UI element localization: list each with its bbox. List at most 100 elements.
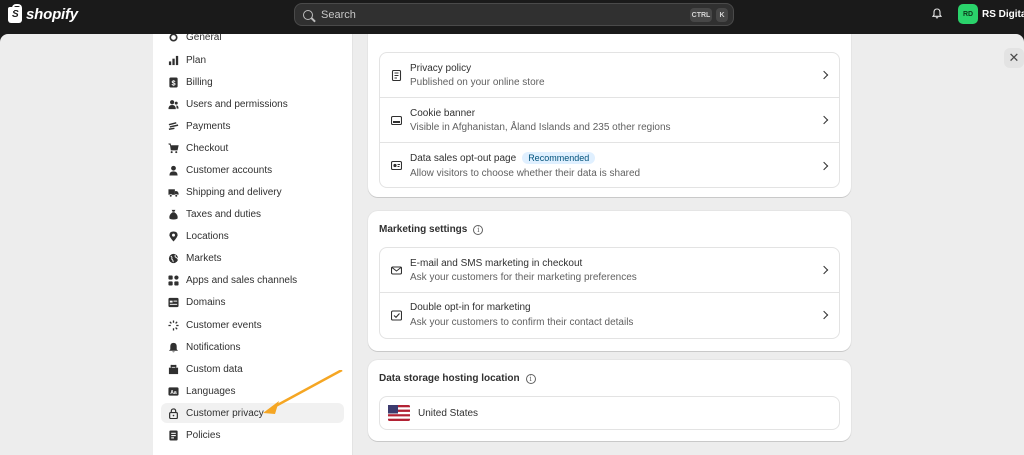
search-icon	[303, 9, 313, 20]
marketing-list: E-mail and SMS marketing in checkout Ask…	[379, 247, 840, 339]
privacy-policy-row[interactable]: Privacy policy Published on your online …	[380, 53, 839, 98]
sidebar-item-domains[interactable]: Domains	[161, 292, 344, 312]
privacy-settings-card: Privacy policy Published on your online …	[368, 34, 851, 197]
chevron-right-icon	[819, 70, 829, 80]
email-icon	[391, 266, 402, 275]
opt-out-icon	[391, 160, 402, 171]
sidebar-item-shipping[interactable]: Shipping and delivery	[161, 182, 344, 202]
user-name: RS Digitals	[982, 8, 1024, 20]
confirm-icon	[391, 310, 402, 321]
dollar-icon: $	[167, 76, 179, 88]
data-storage-heading: Data storage hosting location i	[379, 373, 536, 384]
info-icon[interactable]: i	[525, 373, 536, 384]
sidebar-item-locations[interactable]: Locations	[161, 226, 344, 246]
data-sales-opt-out-row[interactable]: Data sales opt-out page Recommended Allo…	[380, 143, 839, 187]
chevron-right-icon	[819, 115, 829, 125]
user-menu[interactable]: RD RS Digitals	[958, 4, 1024, 24]
marketing-settings-heading: Marketing settings i	[379, 224, 484, 235]
recommended-badge: Recommended	[522, 152, 596, 164]
sidebar-item-billing[interactable]: $ Billing	[161, 72, 344, 92]
sidebar-item-label: Languages	[186, 385, 236, 397]
sidebar-item-apps[interactable]: Apps and sales channels	[161, 270, 344, 290]
sidebar-item-label: Payments	[186, 120, 231, 132]
sidebar-item-notifications[interactable]: Notifications	[161, 337, 344, 357]
sidebar-item-payments[interactable]: Payments	[161, 116, 344, 136]
sidebar-item-markets[interactable]: Markets	[161, 248, 344, 268]
sidebar-item-label: Checkout	[186, 142, 229, 154]
storage-location-box: United States	[379, 396, 840, 430]
users-icon	[167, 98, 179, 110]
cookie-banner-subtitle: Visible in Afghanistan, Åland Islands an…	[410, 122, 671, 133]
storage-country: United States	[418, 408, 479, 419]
sidebar-item-users[interactable]: Users and permissions	[161, 94, 344, 114]
sidebar-item-label: Customer privacy	[186, 407, 264, 419]
brand-name: shopify	[26, 6, 78, 23]
sidebar-item-taxes[interactable]: Taxes and duties	[161, 204, 344, 224]
sidebar-item-policies[interactable]: Policies	[161, 425, 344, 445]
sidebar-item-label: Users and permissions	[186, 98, 288, 110]
sidebar-item-label: Customer accounts	[186, 164, 273, 176]
sidebar-item-languages[interactable]: Aa Languages	[161, 381, 344, 401]
language-icon: Aa	[167, 385, 179, 397]
sidebar-item-general[interactable]: General	[161, 34, 344, 47]
bell-icon	[167, 341, 179, 353]
gear-icon	[167, 34, 179, 43]
settings-sidebar: General Plan $ Billing Users and permiss…	[153, 34, 353, 455]
email-sms-title: E-mail and SMS marketing in checkout	[410, 258, 583, 269]
sparkle-icon	[167, 319, 179, 331]
sidebar-item-label: Taxes and duties	[186, 208, 262, 220]
settings-surface: General Plan $ Billing Users and permiss…	[0, 34, 1024, 455]
double-opt-in-title: Double opt-in for marketing	[410, 302, 531, 313]
privacy-list: Privacy policy Published on your online …	[379, 52, 840, 188]
money-bag-icon	[167, 208, 179, 220]
email-sms-marketing-row[interactable]: E-mail and SMS marketing in checkout Ask…	[380, 248, 839, 293]
sidebar-item-customer-events[interactable]: Customer events	[161, 315, 344, 335]
svg-text:$: $	[171, 78, 175, 87]
cookie-banner-row[interactable]: Cookie banner Visible in Afghanistan, Ål…	[380, 98, 839, 143]
chevron-right-icon	[819, 310, 829, 320]
payments-icon	[167, 120, 179, 132]
globe-icon	[167, 252, 179, 264]
sidebar-item-label: Locations	[186, 230, 229, 242]
search-input[interactable]: Search CTRL K	[294, 3, 734, 26]
double-opt-in-subtitle: Ask your customers to confirm their cont…	[410, 317, 634, 328]
svg-text:Aa: Aa	[170, 389, 177, 395]
chevron-right-icon	[819, 265, 829, 275]
lock-icon	[167, 407, 179, 419]
privacy-policy-subtitle: Published on your online store	[410, 77, 545, 88]
sidebar-item-customer-accounts[interactable]: Customer accounts	[161, 160, 344, 180]
data-sales-subtitle: Allow visitors to choose whether their d…	[410, 168, 641, 179]
domain-icon	[167, 296, 179, 308]
sidebar-item-label: Customer events	[186, 319, 262, 331]
cookie-banner-title: Cookie banner	[410, 108, 476, 119]
document-icon	[391, 70, 402, 81]
chart-icon	[167, 54, 179, 66]
sidebar-item-label: Shipping and delivery	[186, 186, 282, 198]
data-storage-card: Data storage hosting location i United S…	[368, 360, 851, 441]
sidebar-item-customer-privacy[interactable]: Customer privacy	[161, 403, 344, 423]
sidebar-item-label: Apps and sales channels	[186, 274, 298, 286]
sidebar-item-checkout[interactable]: Checkout	[161, 138, 344, 158]
sidebar-item-label: Plan	[186, 54, 207, 66]
notifications-bell-icon[interactable]	[932, 8, 942, 19]
sidebar-item-label: Markets	[186, 252, 222, 264]
sidebar-item-label: Notifications	[186, 341, 241, 353]
data-storage-title: Data storage hosting location	[379, 373, 520, 384]
email-sms-subtitle: Ask your customers for their marketing p…	[410, 272, 637, 283]
info-icon[interactable]: i	[473, 224, 484, 235]
sidebar-item-plan[interactable]: Plan	[161, 50, 344, 70]
sidebar-item-custom-data[interactable]: Custom data	[161, 359, 344, 379]
search-placeholder: Search	[321, 8, 356, 21]
cart-icon	[167, 142, 179, 154]
marketing-settings-title: Marketing settings	[379, 224, 468, 235]
avatar: RD	[958, 4, 978, 24]
person-icon	[167, 164, 179, 176]
apps-icon	[167, 274, 179, 286]
sidebar-item-label: Policies	[186, 429, 221, 441]
truck-icon	[167, 186, 179, 198]
shopify-logo[interactable]: S shopify	[8, 3, 78, 23]
double-opt-in-row[interactable]: Double opt-in for marketing Ask your cus…	[380, 293, 839, 338]
shortcut-ctrl-key: CTRL	[690, 8, 712, 22]
policy-icon	[167, 429, 179, 441]
close-button[interactable]: ✕	[1004, 48, 1024, 68]
